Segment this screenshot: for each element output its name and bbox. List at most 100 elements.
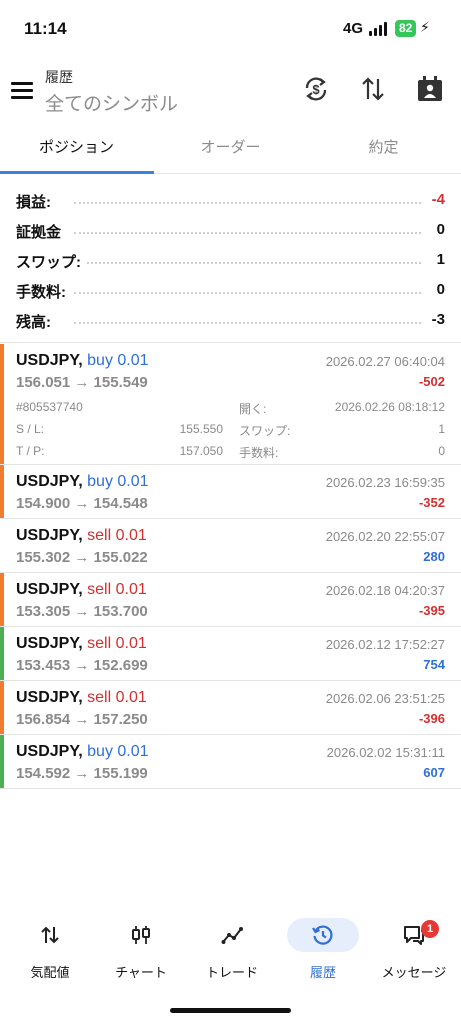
result-accent-bar bbox=[0, 465, 4, 518]
open-label: 開く: bbox=[239, 402, 267, 416]
swap-label: スワップ: bbox=[239, 424, 291, 438]
summary-label: スワップ: bbox=[16, 251, 87, 272]
trade-close-time: 2026.02.27 06:40:04 bbox=[325, 354, 445, 369]
dotted-leader bbox=[74, 322, 421, 324]
history-tabs: ポジション オーダー 約定 bbox=[0, 128, 461, 174]
trade-profit: -502 bbox=[418, 374, 445, 389]
currency-switch-icon[interactable]: $ bbox=[301, 74, 331, 104]
trade-profit: 754 bbox=[423, 657, 445, 672]
divider bbox=[0, 342, 461, 343]
trade-row[interactable]: USDJPY, sell 0.01 153.453 → 152.699 2026.0… bbox=[0, 627, 461, 681]
summary-label: 残高: bbox=[16, 311, 57, 332]
nav-trade[interactable]: トレード bbox=[186, 914, 278, 984]
home-indicator bbox=[170, 1008, 291, 1013]
summary-value: 0 bbox=[430, 281, 445, 298]
trade-side: buy 0.01 bbox=[87, 743, 149, 760]
unread-badge: 1 bbox=[421, 920, 439, 938]
summary-label: 損益: bbox=[16, 191, 57, 212]
app-header: 履歴 全てのシンボル $ bbox=[0, 60, 461, 122]
nav-label: 履歴 bbox=[309, 965, 336, 980]
result-accent-bar bbox=[0, 735, 4, 788]
sl-label: S / L: bbox=[16, 422, 45, 436]
tab-positions[interactable]: ポジション bbox=[0, 128, 153, 174]
trade-close-time: 2026.02.06 23:51:25 bbox=[325, 691, 445, 706]
trade-row[interactable]: USDJPY, sell 0.01 156.854 → 157.250 2026.0… bbox=[0, 681, 461, 735]
trade-prices: 153.305 → 153.700 bbox=[16, 603, 148, 620]
trade-close-time: 2026.02.18 04:20:37 bbox=[325, 583, 445, 598]
nav-history[interactable]: 履歴 bbox=[277, 914, 369, 984]
result-accent-bar bbox=[0, 627, 4, 680]
trade-side: buy 0.01 bbox=[87, 473, 149, 490]
quotes-icon bbox=[14, 918, 86, 952]
tp-value: 157.050 bbox=[179, 444, 223, 458]
open-time: 2026.02.26 08:18:12 bbox=[334, 400, 445, 414]
summary-value: 1 bbox=[430, 251, 445, 268]
trade-row[interactable]: USDJPY, sell 0.01 155.302 → 155.022 2026.0… bbox=[0, 519, 461, 573]
nav-label: チャート bbox=[115, 965, 167, 980]
tab-deals[interactable]: 約定 bbox=[307, 128, 460, 174]
trade-symbol-line: USDJPY, buy 0.01 bbox=[16, 352, 149, 370]
trade-list: USDJPY, buy 0.01 156.051 → 155.549 2026.02… bbox=[0, 344, 461, 789]
tab-orders[interactable]: オーダー bbox=[154, 128, 307, 174]
trade-side: buy 0.01 bbox=[87, 352, 149, 369]
trade-prices: 156.854 → 157.250 bbox=[16, 711, 148, 728]
trade-prices: 154.900 → 154.548 bbox=[16, 495, 148, 512]
trade-close-time: 2026.02.23 16:59:35 bbox=[325, 475, 445, 490]
summary-row: 手数料: 0 bbox=[0, 276, 461, 306]
summary-row: 損益: -4 bbox=[0, 186, 461, 216]
nav-label: メッセージ bbox=[381, 965, 447, 980]
chart-icon bbox=[105, 918, 177, 952]
history-icon bbox=[287, 918, 359, 952]
summary-value: 0 bbox=[430, 221, 445, 238]
dotted-leader bbox=[74, 262, 421, 264]
report-icon[interactable] bbox=[415, 74, 445, 104]
summary-value: -4 bbox=[425, 191, 445, 208]
nav-quotes[interactable]: 気配値 bbox=[4, 914, 96, 984]
trade-symbol-line: USDJPY, sell 0.01 bbox=[16, 635, 147, 653]
sl-value: 155.550 bbox=[179, 422, 223, 436]
trade-prices: 155.302 → 155.022 bbox=[16, 549, 148, 566]
fee-label: 手数料: bbox=[239, 446, 279, 460]
trade-symbol: USDJPY, bbox=[16, 635, 83, 652]
trade-side: sell 0.01 bbox=[87, 635, 147, 652]
summary-row: 証拠金 0 bbox=[0, 216, 461, 246]
trade-profit: 607 bbox=[423, 765, 445, 780]
trade-profit: -396 bbox=[418, 711, 445, 726]
trade-prices: 153.453 → 152.699 bbox=[16, 657, 148, 674]
status-bar: 11:14 4G 82 ⚡ bbox=[0, 0, 461, 56]
trade-symbol-line: USDJPY, sell 0.01 bbox=[16, 527, 147, 545]
result-accent-bar bbox=[0, 344, 4, 464]
sort-icon[interactable] bbox=[358, 74, 388, 104]
swap-value: 1 bbox=[438, 422, 445, 436]
trade-symbol-line: USDJPY, sell 0.01 bbox=[16, 689, 147, 707]
trade-prices: 156.051 → 155.549 bbox=[16, 374, 148, 391]
trade-profit: 280 bbox=[423, 549, 445, 564]
nav-messages[interactable]: 1 メッセージ bbox=[368, 914, 460, 984]
trade-side: sell 0.01 bbox=[87, 581, 147, 598]
result-accent-bar bbox=[0, 573, 4, 626]
trade-row[interactable]: USDJPY, buy 0.01 154.592 → 155.199 2026.02… bbox=[0, 735, 461, 789]
nav-chart[interactable]: チャート bbox=[95, 914, 187, 984]
trade-symbol: USDJPY, bbox=[16, 527, 83, 544]
trade-row[interactable]: USDJPY, buy 0.01 154.900 → 154.548 2026.02… bbox=[0, 465, 461, 519]
signal-icon bbox=[369, 22, 389, 36]
trade-symbol: USDJPY, bbox=[16, 352, 83, 369]
trade-row[interactable]: USDJPY, sell 0.01 153.305 → 153.700 2026.0… bbox=[0, 573, 461, 627]
menu-icon[interactable] bbox=[11, 82, 33, 99]
dotted-leader bbox=[74, 202, 421, 204]
trade-prices: 154.592 → 155.199 bbox=[16, 765, 148, 782]
dotted-leader bbox=[74, 292, 421, 294]
status-time: 11:14 bbox=[24, 19, 67, 38]
trade-symbol-line: USDJPY, buy 0.01 bbox=[16, 473, 149, 491]
trade-symbol-line: USDJPY, buy 0.01 bbox=[16, 743, 149, 761]
trade-symbol: USDJPY, bbox=[16, 473, 83, 490]
trade-row[interactable]: USDJPY, buy 0.01 156.051 → 155.549 2026.02… bbox=[0, 344, 461, 465]
trade-close-time: 2026.02.02 15:31:11 bbox=[326, 745, 445, 760]
trade-side: sell 0.01 bbox=[87, 527, 147, 544]
battery-icon: 82 bbox=[395, 20, 417, 37]
trade-close-time: 2026.02.20 22:55:07 bbox=[325, 529, 445, 544]
nav-label: 気配値 bbox=[30, 965, 70, 980]
svg-text:$: $ bbox=[312, 82, 320, 97]
symbol-filter[interactable]: 全てのシンボル bbox=[45, 89, 178, 116]
summary-panel: 損益: -4 証拠金 0 スワップ: 1 手数料: 0 残高: -3 bbox=[0, 186, 461, 336]
